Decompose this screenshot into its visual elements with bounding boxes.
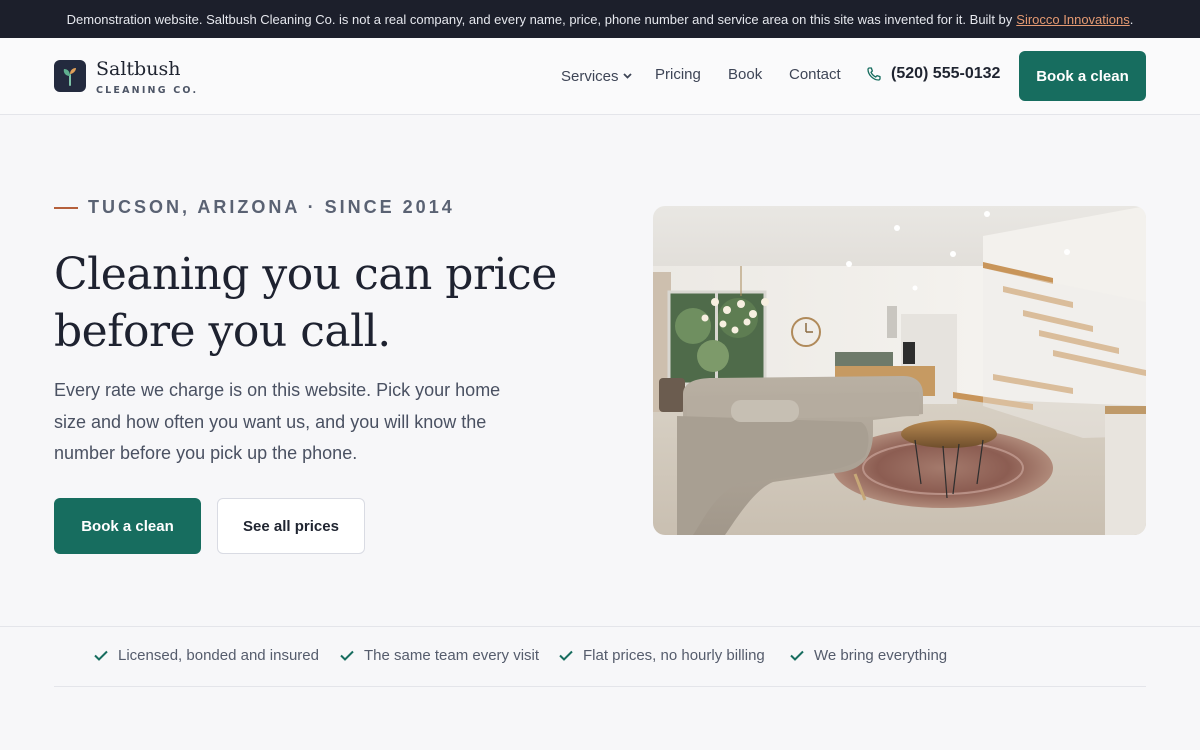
nav-services-label: Services (561, 68, 619, 85)
trust-strip-divider-top (0, 626, 1200, 627)
trust-item: The same team every visit (340, 647, 539, 664)
hero-eyebrow: TUCSON, ARIZONA · SINCE 2014 (54, 197, 455, 218)
brand-logo[interactable]: Saltbush CLEANING CO. (54, 59, 198, 96)
hero-title-line2: before you call. (54, 306, 391, 357)
brand-name: Saltbush (96, 58, 181, 80)
demo-banner: Demonstration website. Saltbush Cleaning… (0, 0, 1200, 38)
brand-subtitle: CLEANING CO. (96, 85, 199, 96)
trust-label: Flat prices, no hourly billing (583, 647, 765, 664)
nav-contact[interactable]: Contact (789, 66, 841, 83)
trust-item: Licensed, bonded and insured (94, 647, 319, 664)
trust-label: We bring everything (814, 647, 948, 664)
phone-link[interactable]: (520) 555-0132 (866, 65, 1000, 83)
hero-title: Cleaning you can price before you call. (54, 246, 594, 360)
check-icon (790, 650, 804, 661)
eyebrow-rule (54, 206, 78, 209)
hero-book-button[interactable]: Book a clean (54, 498, 201, 554)
trust-item: We bring everything (790, 647, 947, 664)
site-header: Saltbush CLEANING CO. Services Pricing B… (0, 38, 1200, 115)
header-book-button[interactable]: Book a clean (1019, 51, 1146, 101)
check-icon (94, 650, 108, 661)
hero-title-line1: Cleaning you can price (54, 249, 557, 300)
phone-number: (520) 555-0132 (891, 65, 1001, 82)
hero-description: Every rate we charge is on this website.… (54, 380, 501, 463)
sprout-icon (54, 60, 86, 92)
hero-photo (653, 206, 1146, 535)
trust-label: The same team every visit (364, 647, 540, 664)
eyebrow-text: TUCSON, ARIZONA · SINCE 2014 (88, 197, 455, 217)
banner-link[interactable]: Sirocco Innovations (1016, 12, 1129, 27)
see-prices-button[interactable]: See all prices (217, 498, 365, 554)
check-icon (559, 650, 573, 661)
check-icon (340, 650, 354, 661)
trust-strip-divider-bottom (54, 686, 1146, 687)
phone-icon (866, 66, 882, 82)
banner-text: Demonstration website. Saltbush Cleaning… (66, 11, 1013, 27)
banner-trailing: . (1129, 11, 1134, 27)
nav-services[interactable]: Services (561, 66, 632, 85)
nav-book[interactable]: Book (728, 66, 762, 83)
nav-pricing[interactable]: Pricing (655, 66, 701, 83)
chevron-down-icon (622, 66, 632, 83)
trust-item: Flat prices, no hourly billing (559, 647, 765, 664)
trust-label: Licensed, bonded and insured (118, 647, 319, 664)
